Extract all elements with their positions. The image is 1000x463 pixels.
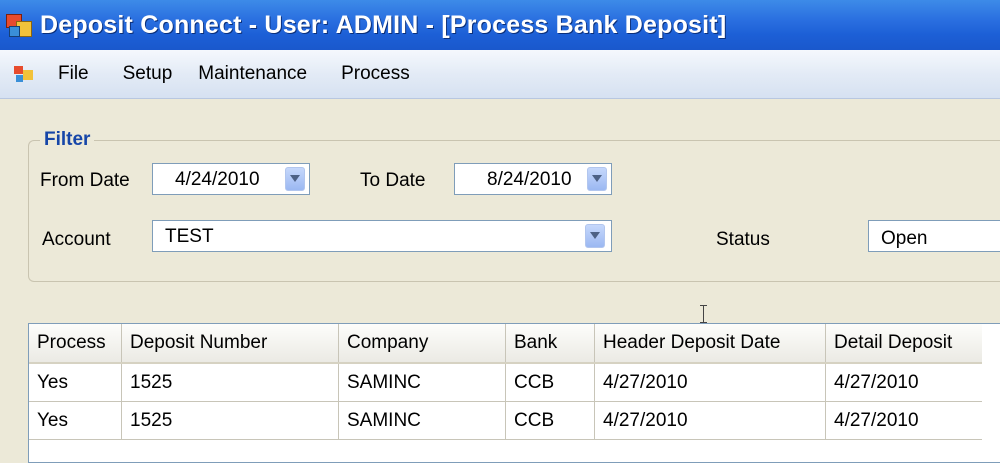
column-header-process[interactable]: Process [29, 324, 122, 364]
column-header-detail-deposit[interactable]: Detail Deposit [825, 324, 982, 364]
table-row[interactable]: Yes 1525 SAMINC CCB 4/27/2010 4/27/2010 [29, 401, 982, 440]
menu-bar: File Setup Maintenance Process [0, 50, 1000, 99]
title-bar: Deposit Connect - User: ADMIN - [Process… [0, 0, 1000, 50]
app-logo-icon [6, 12, 32, 38]
cell-process[interactable]: Yes [29, 401, 122, 440]
cell-bank[interactable]: CCB [505, 401, 595, 440]
cell-header-deposit-date[interactable]: 4/27/2010 [594, 363, 826, 402]
filter-legend: Filter [40, 129, 95, 151]
window-title: Deposit Connect - User: ADMIN - [Process… [40, 10, 727, 39]
cell-process[interactable]: Yes [29, 363, 122, 402]
cell-detail-deposit[interactable]: 4/27/2010 [825, 363, 982, 402]
from-date-picker[interactable]: 4/24/2010 [152, 163, 310, 195]
cell-company[interactable]: SAMINC [338, 363, 506, 402]
to-date-picker[interactable]: 8/24/2010 [454, 163, 612, 195]
to-date-value: 8/24/2010 [487, 169, 572, 190]
chevron-down-icon[interactable] [285, 167, 305, 191]
mdi-child-icon[interactable] [14, 63, 36, 85]
menu-process[interactable]: Process [341, 63, 410, 85]
account-value: TEST [165, 226, 214, 247]
column-header-deposit-number[interactable]: Deposit Number [121, 324, 339, 364]
column-header-header-deposit-date[interactable]: Header Deposit Date [594, 324, 826, 364]
chevron-down-icon[interactable] [587, 167, 607, 191]
cell-header-deposit-date[interactable]: 4/27/2010 [594, 401, 826, 440]
filter-groupbox [28, 140, 1000, 282]
text-cursor-icon [699, 303, 709, 325]
cell-deposit-number[interactable]: 1525 [121, 363, 339, 402]
column-header-bank[interactable]: Bank [505, 324, 595, 364]
from-date-label: From Date [40, 170, 130, 191]
to-date-label: To Date [360, 170, 426, 191]
deposit-grid[interactable]: Process Deposit Number Company Bank Head… [28, 323, 1000, 463]
cell-deposit-number[interactable]: 1525 [121, 401, 339, 440]
from-date-value: 4/24/2010 [175, 169, 260, 190]
cell-detail-deposit[interactable]: 4/27/2010 [825, 401, 982, 440]
menu-setup[interactable]: Setup [123, 63, 173, 85]
account-select[interactable]: TEST [152, 220, 612, 252]
status-value: Open [881, 228, 928, 249]
cell-company[interactable]: SAMINC [338, 401, 506, 440]
status-select[interactable]: Open [868, 220, 1000, 252]
menu-file[interactable]: File [58, 63, 89, 85]
table-row[interactable]: Yes 1525 SAMINC CCB 4/27/2010 4/27/2010 [29, 363, 982, 402]
account-label: Account [42, 229, 111, 250]
menu-maintenance[interactable]: Maintenance [198, 63, 307, 85]
status-label: Status [716, 229, 770, 250]
chevron-down-icon[interactable] [585, 224, 605, 248]
grid-header-row: Process Deposit Number Company Bank Head… [29, 324, 982, 364]
cell-bank[interactable]: CCB [505, 363, 595, 402]
column-header-company[interactable]: Company [338, 324, 506, 364]
